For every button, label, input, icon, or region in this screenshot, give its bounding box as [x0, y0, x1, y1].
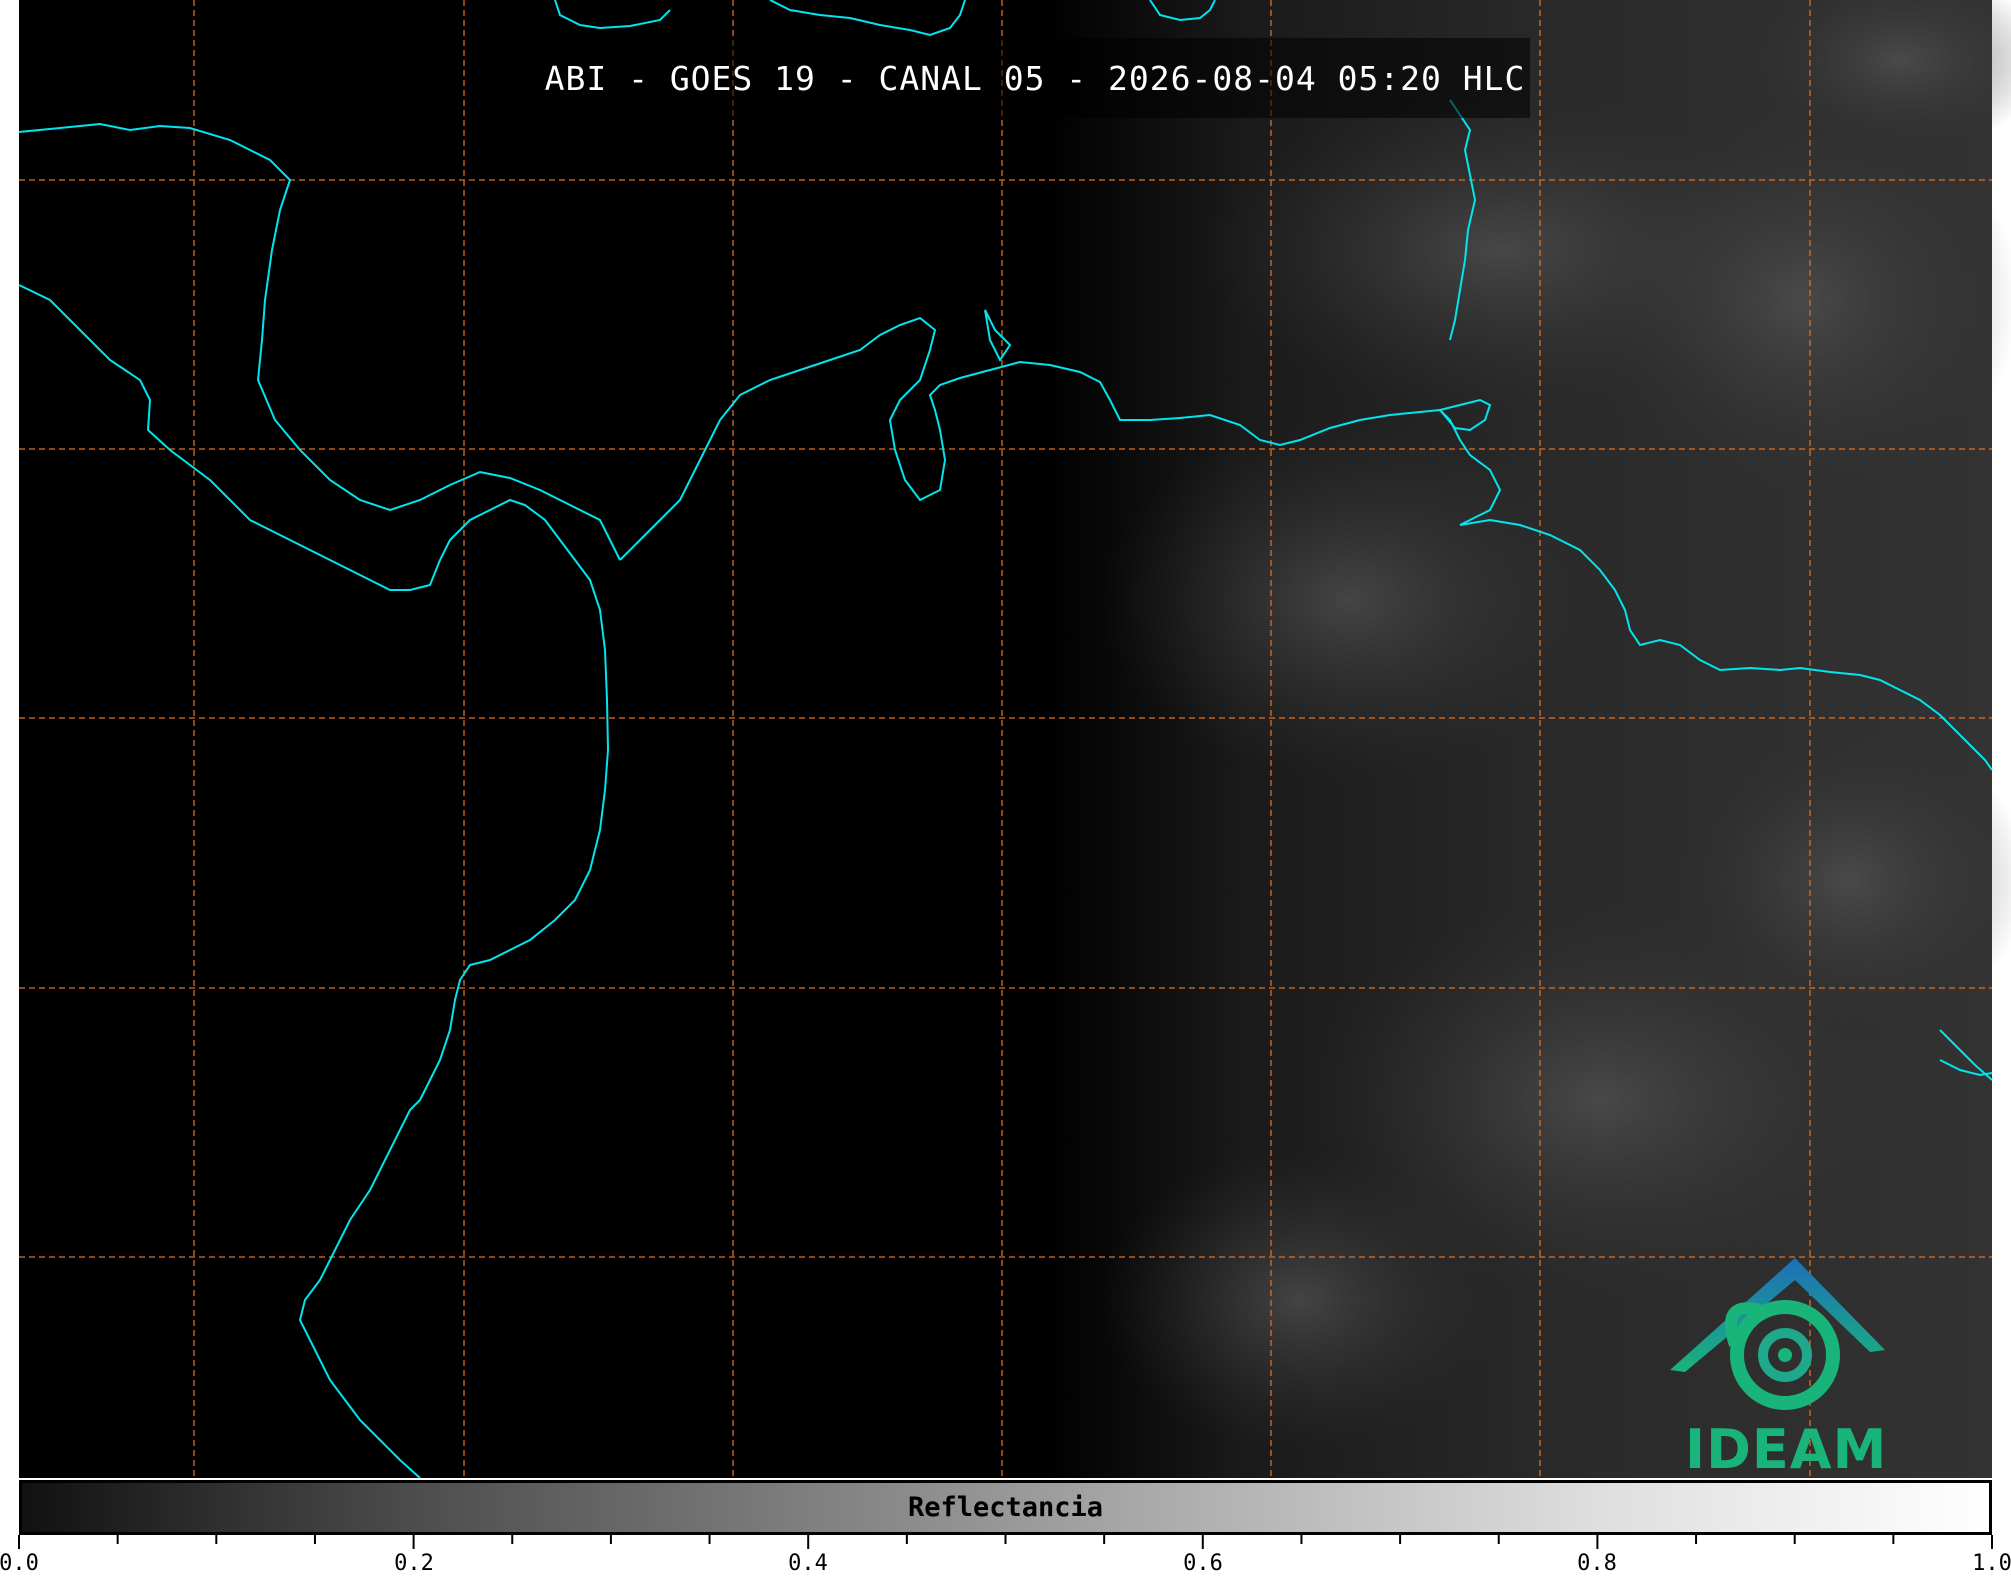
- colorbar-tick-label: 0.0: [0, 1551, 39, 1576]
- logo-text: IDEAM: [1685, 1418, 1888, 1481]
- colorbar-tick-label: 0.4: [788, 1551, 828, 1576]
- colorbar-tick-label: 0.8: [1577, 1551, 1617, 1576]
- colorbar-ticks: [18, 1535, 1993, 1549]
- title-panel: ABI - GOES 19 - CANAL 05 - 2026-08-04 05…: [540, 38, 1530, 118]
- satellite-map: [18, 0, 2011, 1479]
- colorbar-tick-label: 0.2: [394, 1551, 434, 1576]
- colorbar-label: Reflectancia: [907, 1492, 1104, 1523]
- map-title: ABI - GOES 19 - CANAL 05 - 2026-08-04 05…: [544, 58, 1526, 98]
- colorbar: Reflectancia: [19, 1480, 1992, 1535]
- colorbar-tick-label: 1.0: [1972, 1551, 2011, 1576]
- colorbar-tick-label: 0.6: [1183, 1551, 1223, 1576]
